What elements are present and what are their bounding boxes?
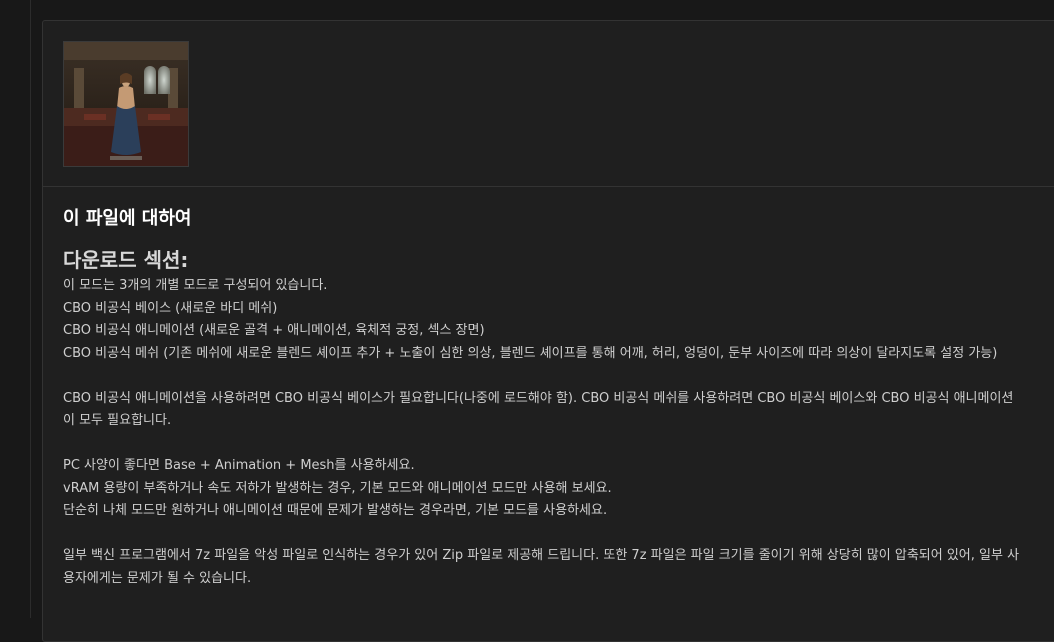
mod-description-panel: 이 파일에 대하여 다운로드 섹션: 이 모드는 3개의 개별 모드로 구성되어… — [42, 20, 1054, 642]
recommendation-line: PC 사양이 좋다면 Base + Animation + Mesh를 사용하세… — [63, 458, 415, 473]
image-gallery — [43, 21, 1054, 187]
mod-item-mesh: CBO 비공식 메쉬 (기존 메쉬에 새로운 블렌드 셰이프 추가 + 노출이 … — [63, 345, 998, 361]
download-section-heading: 다운로드 섹션: — [63, 248, 189, 272]
recommendation-line: vRAM 용량이 부족하거나 속도 저하가 발생하는 경우, 기본 모드와 애니… — [63, 480, 612, 496]
mod-item-base: CBO 비공식 베이스 (새로운 바디 메쉬) — [63, 300, 278, 316]
antivirus-paragraph: 일부 백신 프로그램에서 7z 파일을 악성 파일로 인식하는 경우가 있어 Z… — [63, 548, 1020, 586]
mod-item-animation: CBO 비공식 애니메이션 (새로운 골격 + 애니메이션, 육체적 궁정, 섹… — [63, 323, 485, 338]
recommendation-line: 단순히 나체 모드만 원하거나 애니메이션 때문에 문제가 발생하는 경우라면,… — [63, 503, 608, 518]
description-body: 이 모드는 3개의 개별 모드로 구성되어 있습니다. CBO 비공식 베이스 … — [63, 275, 1023, 590]
mod-preview-image-icon — [64, 42, 188, 166]
mod-preview-thumbnail[interactable] — [63, 41, 189, 167]
left-sidebar-rail — [0, 0, 31, 618]
requirements-paragraph: CBO 비공식 애니메이션을 사용하려면 CBO 비공식 베이스가 필요합니다(… — [63, 390, 1014, 429]
intro-line: 이 모드는 3개의 개별 모드로 구성되어 있습니다. — [63, 278, 328, 293]
about-title: 이 파일에 대하여 — [63, 208, 192, 229]
